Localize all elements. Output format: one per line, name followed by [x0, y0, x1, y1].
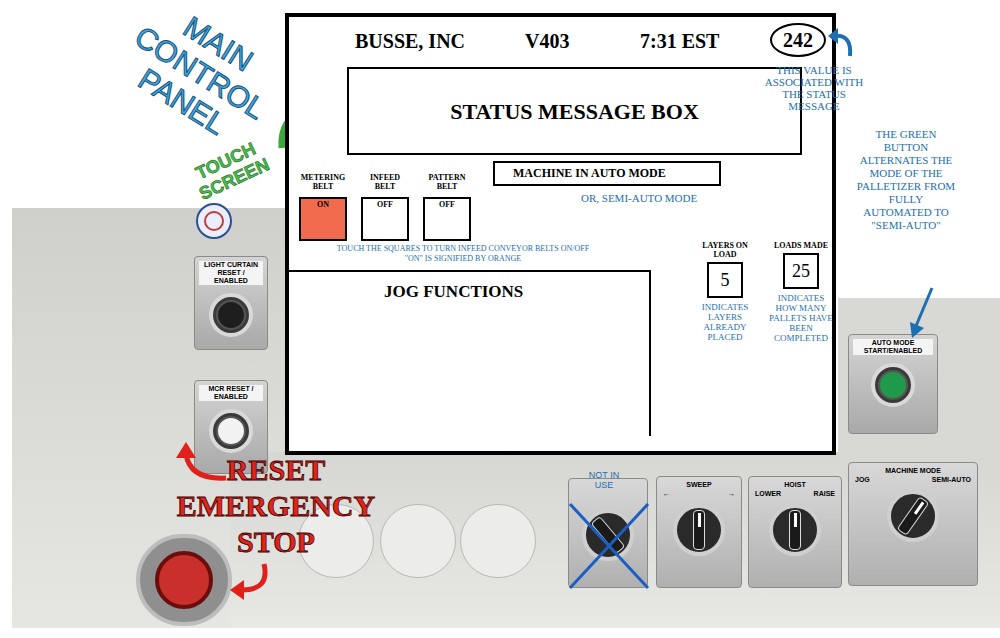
belt-label: INFEED BELT	[359, 173, 411, 193]
switch-left-label: LOWER	[755, 489, 781, 498]
screen-header: BUSSE, INCV4037:31 EST242	[289, 17, 832, 57]
switch-label: HOIST	[784, 481, 805, 489]
counter-label: LOADS MADE	[774, 241, 828, 250]
button-label: LIGHT CURTAIN RESET / ENABLED	[199, 261, 263, 285]
belt-note: TOUCH THE SQUARES TO TURN INFEED CONVEYO…	[289, 244, 629, 264]
touch-screen[interactable]: BUSSE, INCV4037:31 EST242 STATUS MESSAGE …	[285, 13, 836, 455]
push-button[interactable]	[871, 363, 915, 407]
selector-knob[interactable]	[673, 504, 725, 556]
selector-knob[interactable]	[887, 490, 939, 542]
blank-button-cap	[380, 504, 456, 578]
switch-label: MACHINE MODE	[885, 467, 941, 475]
touch-screen-label: TOUCH SCREEN	[183, 134, 276, 206]
emergency-stop-button[interactable]	[136, 534, 232, 626]
mode-indicator: MACHINE IN AUTO MODE	[493, 161, 721, 186]
counter: LOADS MADE 25 INDICATES HOW MANY PALLETS H…	[769, 241, 833, 436]
belt-toggle[interactable]: ON	[299, 197, 347, 241]
counter-value: 5	[707, 262, 743, 298]
counter-label: LAYERS ON LOAD	[693, 241, 757, 259]
selector-switch-plate: SWEEP ← →	[656, 476, 742, 588]
belt-control: PATTERN BELT OFF	[421, 173, 473, 241]
switch-right-label: SEMI-AUTO	[932, 475, 971, 484]
blank-button-cap	[460, 504, 536, 578]
cross-out-icon	[566, 500, 652, 592]
unused-switch-plate	[568, 478, 648, 588]
green-button-note: THE GREEN BUTTON ALTERNATES THE MODE OF …	[856, 128, 956, 232]
blue-curved-arrow-icon	[826, 26, 856, 58]
counter-note: INDICATES HOW MANY PALLETS HAVE BEEN COM…	[769, 293, 833, 343]
belt-control: INFEED BELT OFF	[359, 173, 411, 241]
mode-alt-note: OR, SEMI-AUTO MODE	[493, 192, 721, 205]
not-in-use-note: NOT IN USE	[582, 470, 626, 490]
company-name: BUSSE, INC	[355, 29, 525, 53]
reset-emergency-stop-note: RESET EMERGENCY STOP	[166, 452, 386, 560]
panel-button-plate: AUTO MODE START/ENABLED	[848, 334, 938, 434]
switch-label: SWEEP	[686, 481, 711, 489]
red-curved-arrow-icon	[170, 440, 230, 482]
clock: 7:31 EST	[640, 29, 770, 53]
button-label: AUTO MODE START/ENABLED	[853, 339, 933, 355]
status-value-note: THIS VALUE IS ASSOCIATED WITH THE STATUS…	[758, 64, 870, 112]
status-value-cloud: 242	[770, 23, 826, 57]
button-label: MCR RESET / ENABLED	[199, 385, 263, 401]
belt-label: PATTERN BELT	[421, 173, 473, 193]
union-logo-icon	[196, 203, 232, 239]
push-button[interactable]	[209, 293, 253, 337]
belt-label: METERING BELT	[297, 173, 349, 193]
counter-value: 25	[783, 253, 819, 289]
counter-note: INDICATES LAYERS ALREADY PLACED	[693, 302, 757, 342]
status-message-box: STATUS MESSAGE BOX	[347, 67, 802, 155]
red-curved-arrow-icon	[226, 560, 274, 600]
blue-arrow-icon	[906, 286, 936, 338]
counter: LAYERS ON LOAD 5 INDICATES LAYERS ALREADY …	[693, 241, 757, 436]
switch-right-label: →	[728, 489, 735, 498]
switch-left-label: JOG	[855, 475, 870, 484]
belt-control: METERING BELT ON	[297, 173, 349, 241]
switch-right-label: RAISE	[814, 489, 835, 498]
main-control-panel-diagram: MAIN CONTROL PANELTOUCH SCREENBUSSE, INC…	[0, 0, 1000, 638]
belt-toggle[interactable]: OFF	[361, 197, 409, 241]
main-control-panel-title: MAIN CONTROL PANEL	[109, 0, 290, 156]
push-button[interactable]	[209, 409, 253, 453]
selector-switch-plate: HOISTLOWER RAISE	[748, 476, 842, 588]
switch-left-label: ←	[663, 489, 670, 498]
panel-button-plate: LIGHT CURTAIN RESET / ENABLED	[194, 256, 268, 350]
jog-functions-panel: JOG FUNCTIONS	[289, 270, 651, 436]
selector-switch-plate: MACHINE MODE JOG SEMI-AUTO	[848, 462, 978, 586]
version: V403	[525, 29, 640, 53]
belt-toggle[interactable]: OFF	[423, 197, 471, 241]
selector-knob[interactable]	[769, 504, 821, 556]
